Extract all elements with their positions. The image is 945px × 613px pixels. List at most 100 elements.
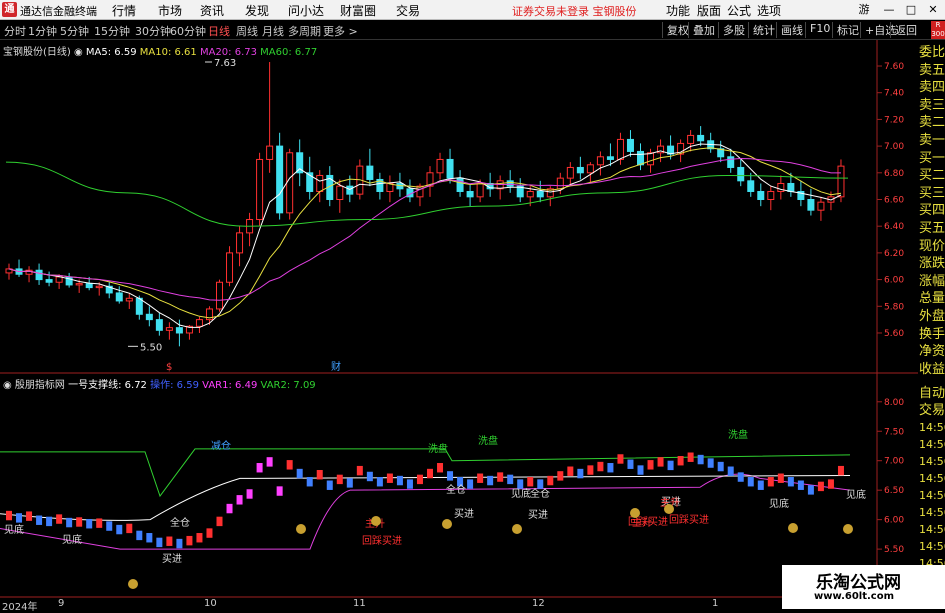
tool-button-1[interactable]: 叠加	[688, 22, 715, 38]
candle-body[interactable]	[536, 190, 544, 198]
candle-body[interactable]	[747, 180, 755, 192]
candle-body[interactable]	[476, 182, 484, 198]
period-tab-4[interactable]: 30分钟	[135, 23, 171, 39]
candle-body[interactable]	[256, 158, 264, 221]
sys-menu-2[interactable]: 公式	[727, 2, 751, 19]
candle-body[interactable]	[145, 313, 153, 321]
period-tab-1[interactable]: 1分钟	[28, 23, 57, 39]
sys-menu-3[interactable]: 选项	[757, 2, 781, 19]
period-tab-9[interactable]: 多周期	[288, 23, 321, 39]
candle-body[interactable]	[266, 145, 274, 160]
candle-body[interactable]	[687, 134, 695, 144]
indicator-name[interactable]: 殷朋指标网	[15, 380, 65, 391]
candle-body[interactable]	[165, 327, 173, 331]
menu-item-6[interactable]: 交易	[396, 2, 420, 19]
tool-button-4[interactable]: 画线	[776, 22, 803, 38]
candle-body[interactable]	[336, 185, 344, 200]
menu-item-3[interactable]: 发现	[245, 2, 269, 19]
tool-button-6[interactable]: 标记	[832, 22, 859, 38]
candle-body[interactable]	[366, 165, 374, 180]
candle-body[interactable]	[95, 285, 103, 289]
tool-button-2[interactable]: 多股	[718, 22, 745, 38]
candle-body[interactable]	[757, 190, 765, 200]
candle-body[interactable]	[155, 319, 163, 331]
period-tab-0[interactable]: 分时	[4, 23, 26, 39]
candle-body[interactable]	[787, 182, 795, 192]
period-tab-10[interactable]: 更多 >	[323, 23, 358, 39]
guest-login[interactable]: 游客	[855, 1, 873, 33]
menu-item-2[interactable]: 资讯	[200, 2, 224, 19]
menu-item-5[interactable]: 财富圈	[340, 2, 376, 19]
close-icon[interactable]: ✕	[924, 1, 942, 18]
operation-bar	[467, 479, 474, 489]
candle-body[interactable]	[807, 198, 815, 211]
menu-item-4[interactable]: 问小达	[288, 2, 324, 19]
candle-body[interactable]	[55, 276, 63, 283]
maximize-icon[interactable]: □	[902, 1, 920, 18]
tool-button-8[interactable]: 返回	[890, 22, 917, 38]
candle-body[interactable]	[35, 269, 43, 281]
candle-body[interactable]	[346, 185, 354, 195]
operation-bar	[126, 523, 133, 534]
candle-body[interactable]	[586, 164, 594, 174]
candle-body[interactable]	[737, 166, 745, 182]
candle-body[interactable]	[637, 150, 644, 166]
sys-menu-0[interactable]: 功能	[666, 2, 690, 19]
finance-marker[interactable]: 财	[331, 360, 341, 373]
chart-area[interactable]: 7.60 7.40 7.20 7.00 6.80 6.60 6.40 6.20 6.00 5.80…	[0, 40, 918, 598]
tool-button-5[interactable]: F10	[805, 22, 830, 38]
candle-body[interactable]	[175, 327, 183, 334]
candle-body[interactable]	[526, 190, 534, 198]
candle-body[interactable]	[45, 279, 53, 283]
period-tab-5[interactable]: 60分钟	[170, 23, 206, 39]
candle-body[interactable]	[316, 174, 324, 192]
period-tab-6[interactable]: 日线	[208, 23, 230, 39]
minimize-icon[interactable]: —	[880, 1, 898, 18]
candle-body[interactable]	[576, 166, 584, 174]
trade-status-alert[interactable]: 证券交易未登录 宝钢股份	[512, 3, 637, 19]
period-tab-3[interactable]: 15分钟	[94, 23, 130, 39]
stock-name[interactable]: 宝钢股份(日线)	[3, 47, 71, 58]
candle-body[interactable]	[236, 232, 244, 254]
candle-body[interactable]	[697, 134, 705, 142]
candle-body[interactable]	[566, 166, 574, 179]
candle-body[interactable]	[616, 138, 624, 160]
operation-bar	[797, 480, 804, 490]
candle-body[interactable]	[125, 297, 133, 302]
candle-body[interactable]	[75, 283, 83, 286]
candle-body[interactable]	[606, 156, 614, 160]
event-marker[interactable]: $	[166, 362, 172, 373]
candle-body[interactable]	[767, 190, 775, 200]
candle-body[interactable]	[286, 152, 294, 214]
candle-body[interactable]	[456, 177, 464, 192]
candle-body[interactable]	[195, 319, 203, 327]
candle-body[interactable]	[276, 145, 284, 214]
candle-body[interactable]	[626, 138, 634, 152]
candle-body[interactable]	[837, 165, 845, 198]
menu-item-0[interactable]: 行情	[112, 2, 136, 19]
candle-body[interactable]	[115, 292, 123, 302]
candle-body[interactable]	[226, 252, 234, 283]
candle-body[interactable]	[727, 156, 735, 168]
candle-body[interactable]	[416, 185, 424, 198]
candle-body[interactable]	[85, 283, 93, 289]
tool-button-3[interactable]: 统计	[748, 22, 775, 38]
candle-body[interactable]	[596, 156, 604, 166]
tool-button-0[interactable]: 复权	[662, 22, 689, 38]
candle-body[interactable]	[466, 190, 474, 198]
operation-bar	[677, 456, 684, 466]
candle-body[interactable]	[436, 158, 444, 174]
candle-body[interactable]	[647, 152, 655, 166]
candle-body[interactable]	[506, 180, 514, 187]
candle-body[interactable]	[135, 297, 143, 315]
sys-menu-1[interactable]: 版面	[697, 2, 721, 19]
watermark: 乐淘公式网 www.60lt.com	[782, 565, 945, 609]
candle-body[interactable]	[817, 201, 825, 211]
period-tab-2[interactable]: 5分钟	[60, 23, 89, 39]
period-tab-7[interactable]: 周线	[236, 23, 258, 39]
candle-body[interactable]	[216, 281, 223, 310]
candle-body[interactable]	[556, 177, 564, 190]
candle-body[interactable]	[446, 158, 454, 179]
menu-item-1[interactable]: 市场	[158, 2, 182, 19]
period-tab-8[interactable]: 月线	[262, 23, 284, 39]
